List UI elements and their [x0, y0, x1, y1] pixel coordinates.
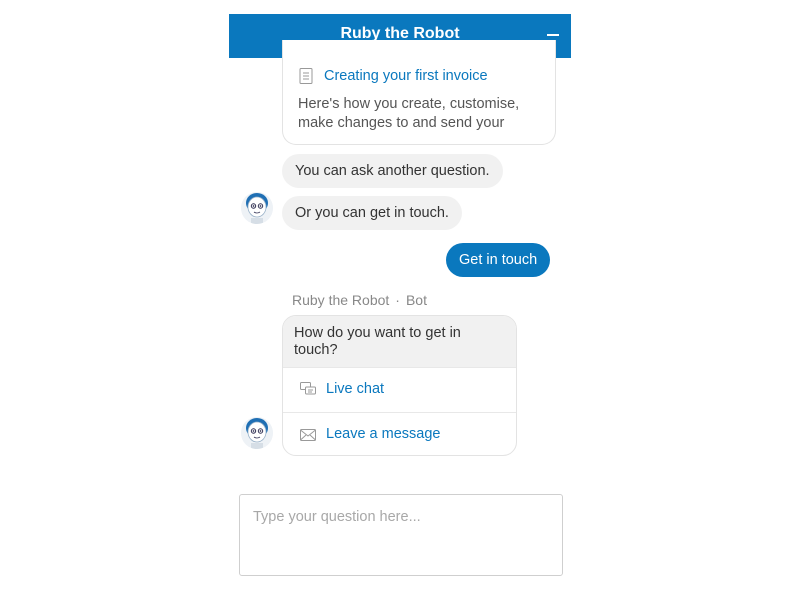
sender-label: Ruby the Robot · Bot [292, 292, 427, 308]
option-leave-message[interactable]: Leave a message [283, 412, 516, 455]
envelope-icon [300, 429, 316, 441]
bot-message: Or you can get in touch. [282, 196, 462, 230]
option-label: Leave a message [326, 426, 441, 442]
user-message-get-in-touch[interactable]: Get in touch [446, 243, 551, 277]
bot-avatar [241, 192, 273, 224]
chat-icon [300, 382, 316, 395]
article-excerpt: Here's how you create, customise, make c… [298, 96, 520, 131]
sender-separator: · [395, 292, 400, 308]
article-link[interactable]: Creating your first invoice [324, 68, 488, 84]
option-label: Live chat [326, 381, 385, 397]
sender-name: Ruby the Robot [292, 292, 390, 308]
option-live-chat[interactable]: Live chat [283, 367, 516, 413]
contact-options-card: How do you want to get in touch? Live ch… [282, 315, 517, 456]
article-card[interactable]: Creating your first invoice Here's how y… [282, 40, 556, 145]
sender-role: Bot [405, 292, 427, 308]
robot-icon [241, 192, 273, 224]
bot-message: You can ask another question. [282, 154, 503, 188]
bot-avatar [241, 417, 273, 449]
question-input[interactable] [239, 494, 563, 576]
options-question: How do you want to get in touch? [283, 316, 516, 367]
document-icon [299, 68, 313, 84]
robot-icon [241, 417, 273, 449]
